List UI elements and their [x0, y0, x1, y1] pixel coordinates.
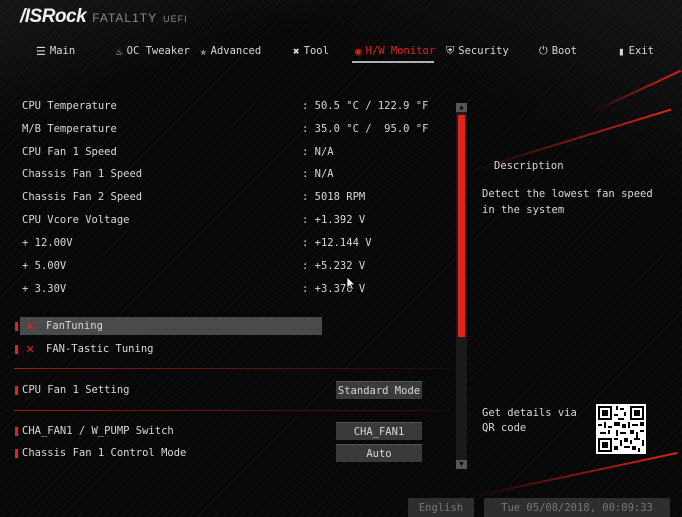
brand-logo: /ISRock FATAL1TY UEFI — [20, 6, 188, 27]
setting-cpu-fan-1[interactable]: CPU Fan 1 Setting Standard Mode — [0, 380, 460, 400]
item-marker — [15, 427, 18, 436]
reading-row: + 3.30V : +3.376 V — [0, 279, 460, 299]
reading-row: + 5.00V : +5.232 V — [0, 256, 460, 276]
item-marker — [15, 449, 18, 458]
reading-value: : 35.0 °C / 95.0 °F — [302, 123, 429, 135]
reading-row: Chassis Fan 1 Speed : N/A — [0, 164, 460, 184]
exit-icon: ▮ — [618, 44, 625, 58]
reading-label: + 5.00V — [22, 260, 67, 272]
reading-value: : 50.5 °C / 122.9 °F — [302, 100, 429, 112]
reading-label: + 3.30V — [22, 283, 67, 295]
tab-label: Main — [49, 45, 76, 57]
reading-label: Chassis Fan 2 Speed — [22, 191, 143, 203]
menu-item-fan-tastic-tuning[interactable]: ✕ FAN-Tastic Tuning — [0, 339, 460, 359]
description-title: Description — [494, 160, 564, 172]
reading-row: + 12.00V : +12.144 V — [0, 233, 460, 253]
reading-value: : +12.144 V — [302, 237, 372, 249]
tab-hw-monitor[interactable]: ◉ H/W Monitor — [355, 42, 435, 60]
list-icon: ☰ — [36, 44, 46, 58]
menu-item-label: FanTuning — [46, 320, 103, 332]
reading-row: Chassis Fan 2 Speed : 5018 RPM — [0, 187, 460, 207]
reading-row: CPU Temperature : 50.5 °C / 122.9 °F — [0, 96, 460, 116]
tab-label: Advanced — [210, 45, 262, 57]
scrollbar[interactable]: ▲ ▼ — [456, 103, 467, 469]
tab-security[interactable]: ⛨ Security — [446, 42, 509, 60]
reading-value: : N/A — [302, 146, 334, 158]
tab-label: Tool — [303, 45, 329, 57]
wrench-screwdriver-icon: ✕ — [26, 341, 35, 357]
qr-caption: Get details via QR code — [482, 407, 577, 434]
setting-chassis-fan-1-mode[interactable]: Chassis Fan 1 Control Mode Auto — [0, 443, 460, 463]
tab-label: Boot — [551, 45, 577, 57]
tab-label: Security — [458, 45, 509, 57]
power-icon: ⏻ — [539, 44, 548, 57]
tab-advanced[interactable]: ✯ Advanced — [200, 42, 261, 60]
setting-value-button[interactable]: Auto — [336, 444, 422, 462]
tab-boot[interactable]: ⏻ Boot — [539, 42, 577, 60]
tab-label: OC Tweaker — [126, 45, 190, 57]
wrench-screwdriver-icon: ✕ — [26, 318, 35, 334]
tab-tool[interactable]: ✖ Tool — [293, 42, 329, 60]
reading-value: : +1.392 V — [302, 214, 366, 226]
reading-label: Chassis Fan 1 Speed — [22, 168, 143, 180]
active-tab-underline — [352, 61, 434, 63]
main-nav: ☰ Main ♨ OC Tweaker ✯ Advanced ✖ Tool ◉ … — [0, 42, 682, 63]
setting-value-button[interactable]: CHA_FAN1 — [336, 422, 422, 440]
divider — [14, 368, 450, 369]
reading-row: CPU Vcore Voltage : +1.392 V — [0, 210, 460, 230]
language-button[interactable]: English — [408, 498, 474, 517]
description-text: Detect the lowest fan speed in the syste… — [482, 188, 653, 216]
tab-oc-tweaker[interactable]: ♨ OC Tweaker — [116, 42, 190, 60]
menu-item-fantuning[interactable]: ✕ FanTuning — [0, 316, 460, 336]
scroll-thumb[interactable] — [458, 115, 465, 337]
tab-label: H/W Monitor — [365, 45, 436, 57]
flame-icon: ♨ — [116, 44, 123, 58]
reading-row: CPU Fan 1 Speed : N/A — [0, 142, 460, 162]
shield-icon: ⛨ — [446, 44, 455, 57]
scroll-up-icon[interactable]: ▲ — [456, 103, 467, 112]
product-name: FATAL1TY — [92, 11, 158, 25]
reading-label: CPU Temperature — [22, 100, 117, 112]
menu-item-label: FAN-Tastic Tuning — [46, 343, 154, 355]
reading-label: CPU Fan 1 Speed — [22, 146, 117, 158]
item-marker — [15, 345, 18, 354]
reading-label: + 12.00V — [22, 237, 73, 249]
tab-exit[interactable]: ▮ Exit — [618, 42, 654, 60]
reading-row: M/B Temperature : 35.0 °C / 95.0 °F — [0, 119, 460, 139]
star-icon: ✯ — [200, 44, 207, 58]
scroll-down-icon[interactable]: ▼ — [456, 460, 467, 469]
tools-icon: ✖ — [293, 44, 300, 58]
tab-label: Exit — [628, 45, 654, 57]
top-bar: /ISRock FATAL1TY UEFI ☰ Main ♨ OC Tweake… — [0, 0, 682, 63]
brand-name: /ISRock — [20, 6, 87, 27]
setting-value-button[interactable]: Standard Mode — [336, 381, 422, 399]
reading-value: : +5.232 V — [302, 260, 366, 272]
reading-value: : 5018 RPM — [302, 191, 366, 203]
qr-code-icon — [596, 404, 646, 454]
mouse-cursor-icon — [346, 276, 356, 290]
reading-label: M/B Temperature — [22, 123, 117, 135]
item-marker — [15, 322, 18, 331]
divider — [14, 410, 450, 411]
setting-label: Chassis Fan 1 Control Mode — [22, 447, 187, 459]
reading-value: : N/A — [302, 168, 334, 180]
monitor-icon: ◉ — [355, 44, 362, 58]
setting-cha-fan1-switch[interactable]: CHA_FAN1 / W_PUMP Switch CHA_FAN1 — [0, 421, 460, 441]
item-marker — [15, 386, 18, 395]
uefi-label: UEFI — [163, 14, 188, 24]
tab-main[interactable]: ☰ Main — [36, 42, 75, 60]
reading-label: CPU Vcore Voltage — [22, 214, 130, 226]
datetime-display: Tue 05/08/2018, 00:09:33 — [484, 498, 670, 517]
setting-label: CPU Fan 1 Setting — [22, 384, 130, 396]
setting-label: CHA_FAN1 / W_PUMP Switch — [22, 425, 174, 437]
